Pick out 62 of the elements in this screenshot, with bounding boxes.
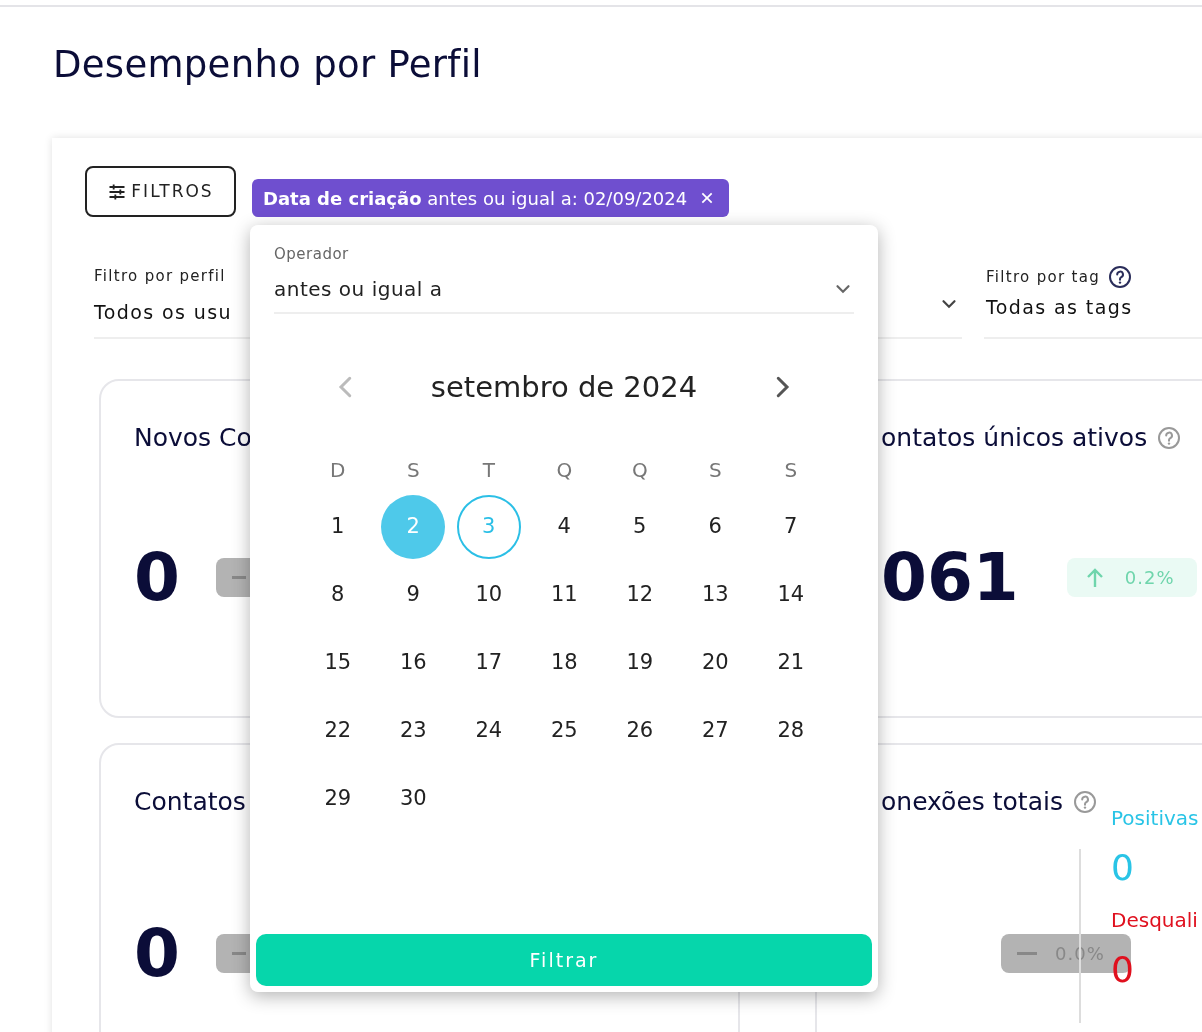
- breakdown-label: Desquali: [1111, 907, 1199, 934]
- help-icon[interactable]: [1107, 265, 1132, 289]
- weekday-label: Q: [555, 457, 574, 484]
- filter-chip-text: Data de criação antes ou igual a: 02/09/2024: [263, 186, 688, 211]
- metric-value: 061: [881, 544, 1019, 611]
- calendar-day[interactable]: 14: [758, 563, 823, 627]
- breakdown-value: 0: [1111, 846, 1135, 890]
- card-title: Contatos: [134, 786, 246, 818]
- card-title: ontatos únicos ativos: [881, 422, 1148, 454]
- weekday-label: D: [329, 457, 347, 484]
- metric-value: 0: [134, 544, 180, 611]
- breakdown-label: Positivas: [1111, 805, 1199, 832]
- calendar-day[interactable]: 24: [456, 699, 521, 763]
- card-title: onexões totais: [881, 786, 1063, 818]
- dash-icon: [1017, 952, 1037, 955]
- field-label: Operador: [274, 244, 350, 265]
- calendar-day[interactable]: 6: [683, 495, 748, 559]
- active-filter-chip[interactable]: Data de criação antes ou igual a: 02/09/2024: [252, 179, 730, 217]
- calendar-day[interactable]: 13: [683, 563, 748, 627]
- weekday-label: S: [707, 457, 723, 484]
- calendar-day[interactable]: 7: [758, 495, 823, 559]
- calendar-day[interactable]: 11: [532, 563, 597, 627]
- calendar-day[interactable]: 10: [456, 563, 521, 627]
- card-title: Novos Co: [134, 422, 252, 454]
- month-title: setembro de 2024: [430, 368, 698, 406]
- dash-icon: [231, 576, 246, 579]
- calendar-day[interactable]: 27: [683, 699, 748, 763]
- filter-label: Filtro por perfil: [94, 266, 227, 287]
- weekday-label: S: [405, 457, 421, 484]
- metric-value: 0: [134, 920, 180, 987]
- change-text: 0.2%: [1124, 566, 1175, 590]
- weekday-label: S: [783, 457, 799, 484]
- operator-select[interactable]: antes ou igual a: [274, 265, 854, 314]
- calendar-day[interactable]: 9: [381, 563, 446, 627]
- filter-label: Filtro por tag: [986, 266, 1100, 288]
- calendar-day[interactable]: 16: [381, 631, 446, 695]
- calendar-day[interactable]: 18: [532, 631, 597, 695]
- filters-button[interactable]: FILTROS: [85, 166, 236, 217]
- calendar-day[interactable]: 29: [305, 767, 370, 831]
- filter-value: Todas as tags: [986, 295, 1134, 320]
- calendar-day[interactable]: 4: [532, 495, 597, 559]
- weekday-label: Q: [630, 457, 649, 484]
- calendar-day[interactable]: 12: [607, 563, 672, 627]
- calendar-day[interactable]: 1: [305, 495, 370, 559]
- calendar-day[interactable]: 23: [381, 699, 446, 763]
- calendar-day[interactable]: 21: [758, 631, 823, 695]
- calendar-day[interactable]: 28: [758, 699, 823, 763]
- calendar-day[interactable]: 15: [305, 631, 370, 695]
- dash-icon: [231, 952, 246, 955]
- weekday-label: T: [481, 457, 496, 484]
- calendar-day[interactable]: 30: [381, 767, 446, 831]
- calendar-day[interactable]: 20: [683, 631, 748, 695]
- page-title: Desempenho por Perfil: [52, 42, 483, 88]
- calendar-day[interactable]: 8: [305, 563, 370, 627]
- calendar-day[interactable]: 25: [532, 699, 597, 763]
- calendar-day[interactable]: 17: [456, 631, 521, 695]
- calendar-day[interactable]: 22: [305, 699, 370, 763]
- filter-value: Todos os usu: [94, 299, 233, 325]
- calendar-day[interactable]: 19: [607, 631, 672, 695]
- calendar-day[interactable]: 5: [607, 495, 672, 559]
- calendar-day[interactable]: 26: [607, 699, 672, 763]
- breakdown-value: 0: [1111, 948, 1135, 992]
